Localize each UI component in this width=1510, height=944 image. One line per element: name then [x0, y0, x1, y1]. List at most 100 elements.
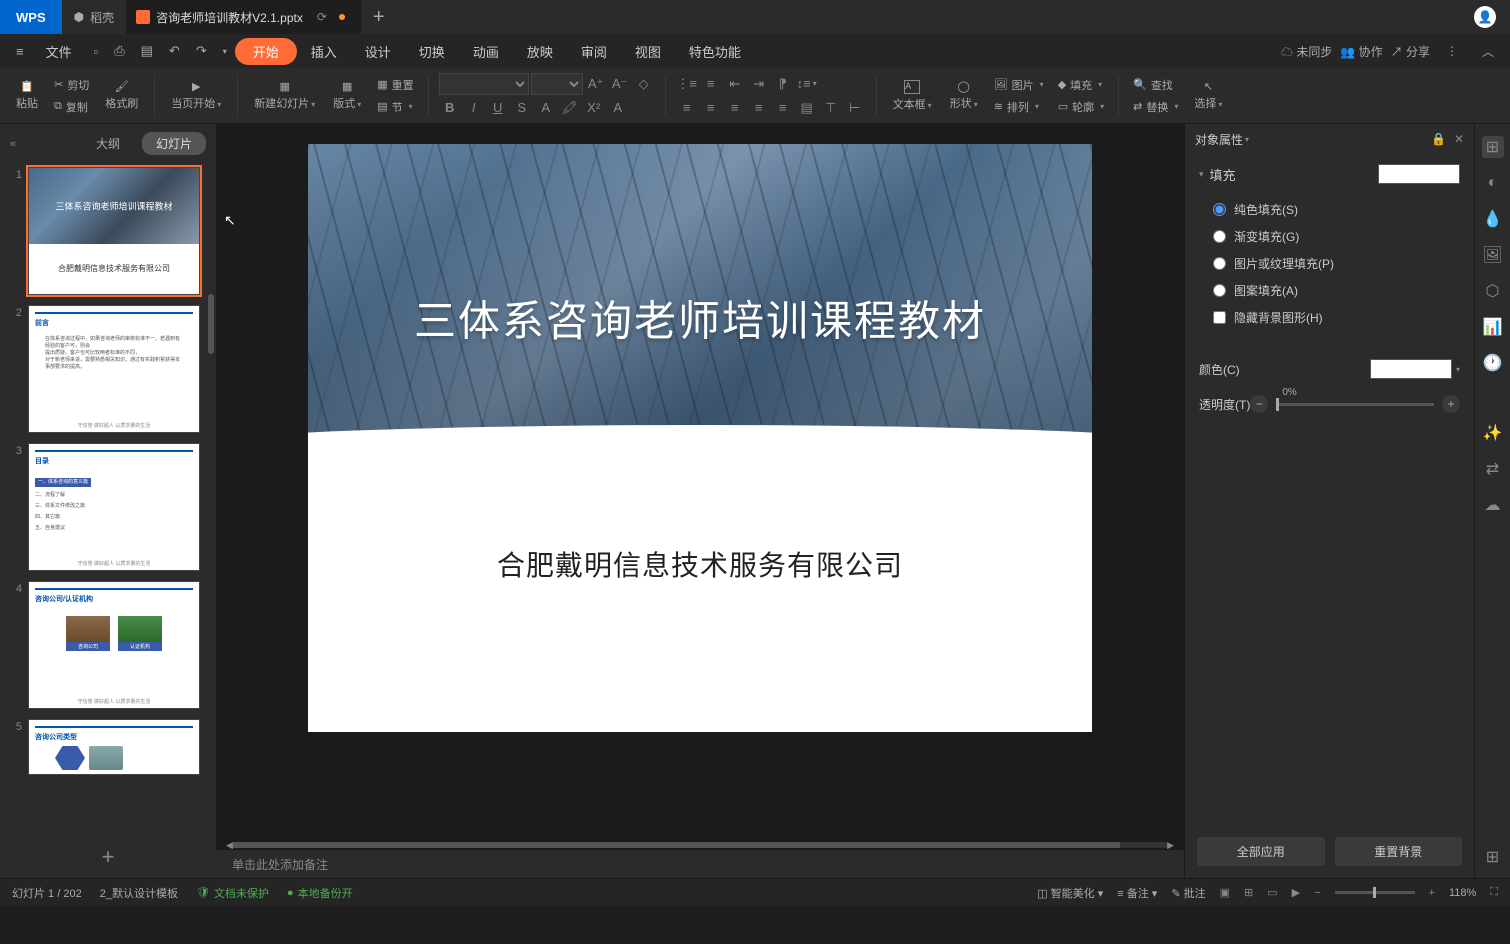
comments-button[interactable]: ✎ 批注 [1171, 885, 1205, 901]
line-spacing-button[interactable]: ↕≡▾ [796, 73, 818, 95]
textbox-button[interactable]: A 文本框▾ [887, 78, 938, 114]
tab-current-file[interactable]: 咨询老师培训教材V2.1.pptx ⟳ [126, 0, 361, 34]
menu-transition[interactable]: 切换 [405, 38, 459, 65]
increase-font-icon[interactable]: A⁺ [585, 73, 607, 95]
drop-strip-icon[interactable]: 💧 [1482, 208, 1504, 230]
zoom-out-button[interactable]: − [1314, 887, 1320, 899]
find-button[interactable]: 🔍查找 [1129, 75, 1182, 95]
menu-start[interactable]: 开始 [235, 38, 297, 65]
thumbnail-3[interactable]: 3 目录 一、体系咨询的意义篇 二、流程了解 三、体系文件修改之篇 四、其它篇 … [8, 443, 208, 571]
new-slide-button[interactable]: ▦ 新建幻灯片▾ [248, 78, 321, 113]
thumbnail-2[interactable]: 2 前言 在体系咨询过程中，如果咨询老师的审核标准不一，若遇到有经验的客户可，则… [8, 305, 208, 433]
paste-button[interactable]: 📋 粘贴 [10, 78, 44, 113]
qat-dropdown-icon[interactable]: ▾ [215, 43, 235, 60]
effects-strip-icon[interactable]: ✨ [1482, 422, 1504, 444]
transparency-slider[interactable]: 0% [1276, 403, 1434, 406]
reading-view-icon[interactable]: ▭ [1267, 886, 1277, 899]
collapse-ribbon-icon[interactable]: ︿ [1474, 39, 1502, 64]
apply-all-button[interactable]: 全部应用 [1197, 837, 1325, 866]
protection-status[interactable]: 🛡 文档未保护 [196, 885, 269, 901]
menu-insert[interactable]: 插入 [297, 38, 351, 65]
arrange-button[interactable]: ≋排列▾ [990, 97, 1048, 117]
zoom-level[interactable]: 118% [1449, 887, 1476, 899]
align-top-button[interactable]: ⊤ [820, 97, 842, 119]
highlight-button[interactable]: 🖍 [559, 97, 581, 119]
clear-format-icon[interactable]: ◇ [633, 73, 655, 95]
menu-view[interactable]: 视图 [621, 38, 675, 65]
decrease-transparency-button[interactable]: − [1250, 395, 1268, 413]
user-avatar[interactable]: 👤 [1474, 6, 1496, 28]
horizontal-scrollbar[interactable]: ◀ ▶ [226, 840, 1174, 850]
align-middle-button[interactable]: ⊢ [844, 97, 866, 119]
sorter-view-icon[interactable]: ⊞ [1244, 886, 1253, 899]
copy-button[interactable]: ⧉复制 [50, 97, 93, 117]
font-color-button[interactable]: A [535, 97, 557, 119]
properties-strip-icon[interactable]: ⊞ [1482, 136, 1504, 158]
decrease-font-icon[interactable]: A⁻ [609, 73, 631, 95]
format-painter-button[interactable]: 🖌 格式刷 [99, 78, 144, 113]
replace-button[interactable]: ⇄替换▾ [1129, 97, 1182, 117]
texture-fill-radio[interactable]: 图片或纹理填充(P) [1199, 250, 1460, 277]
menu-design[interactable]: 设计 [351, 38, 405, 65]
backup-status[interactable]: ● 本地备份开 [287, 885, 353, 901]
exchange-strip-icon[interactable]: ⇄ [1482, 458, 1504, 480]
collapse-section-icon[interactable]: ▾ [1199, 169, 1204, 180]
align-center-button[interactable]: ≡ [700, 97, 722, 119]
char-effect-button[interactable]: A [607, 97, 629, 119]
pattern-fill-radio[interactable]: 图案填充(A) [1199, 277, 1460, 304]
slideshow-view-icon[interactable]: ▶ [1292, 886, 1300, 899]
thumbnail-5[interactable]: 5 咨询公司类型 [8, 719, 208, 775]
menu-features[interactable]: 特色功能 [675, 38, 755, 65]
new-tab-button[interactable]: + [361, 6, 397, 29]
cube-strip-icon[interactable]: ⬡ [1482, 280, 1504, 302]
slides-tab[interactable]: 幻灯片 [142, 132, 206, 155]
notes-area[interactable]: 单击此处添加备注 [216, 850, 1184, 878]
tab-template-store[interactable]: ⬢ 稻壳 [62, 0, 127, 34]
more-icon[interactable]: ⋮ [1438, 40, 1466, 62]
fill-color-swatch[interactable] [1378, 164, 1460, 184]
picture-button[interactable]: 🖼图片▾ [990, 75, 1048, 95]
align-distribute-button[interactable]: ≡ [772, 97, 794, 119]
cut-button[interactable]: ✂剪切 [50, 75, 93, 95]
font-size-select[interactable] [531, 73, 583, 95]
from-current-button[interactable]: ▶ 当页开始▾ [165, 78, 227, 113]
save-icon[interactable]: ▫ [86, 40, 107, 63]
shape-button[interactable]: ◯ 形状▾ [944, 78, 984, 113]
align-left-button[interactable]: ≡ [676, 97, 698, 119]
align-justify-button[interactable]: ≡ [748, 97, 770, 119]
indent-increase-button[interactable]: ⇥ [748, 73, 770, 95]
fit-window-icon[interactable]: ⛶ [1490, 886, 1498, 899]
collapse-panel-icon[interactable]: « [10, 138, 16, 150]
chart-strip-icon[interactable]: 📊 [1482, 316, 1504, 338]
fill-button[interactable]: ◆填充▾ [1054, 75, 1108, 95]
print-preview-icon[interactable]: ▤ [133, 39, 161, 63]
thumbnail-1[interactable]: 1 三体系咨询老师培训课程教材 合肥戴明信息技术服务有限公司 [8, 167, 208, 295]
thumbnail-4[interactable]: 4 咨询公司/认证机构 咨询公司 认证机构 守信誉 做好 [8, 581, 208, 709]
reset-button[interactable]: ▦重置 [373, 75, 417, 95]
layout-button[interactable]: ▦ 版式▾ [327, 78, 367, 113]
close-panel-icon[interactable]: ✕ [1454, 132, 1464, 146]
reset-background-button[interactable]: 重置背景 [1335, 837, 1463, 866]
lock-icon[interactable]: 🔒 [1431, 132, 1446, 146]
strikethrough-button[interactable]: S [511, 97, 533, 119]
redo-icon[interactable]: ↷ [188, 39, 215, 63]
section-button[interactable]: ▤节▾ [373, 97, 417, 117]
history-strip-icon[interactable]: 🕐 [1482, 352, 1504, 374]
tab-refresh-icon[interactable]: ⟳ [317, 10, 327, 24]
thumbnail-scrollbar[interactable] [208, 294, 214, 354]
font-family-select[interactable] [439, 73, 529, 95]
wps-logo[interactable]: WPS [0, 0, 62, 34]
outline-tab[interactable]: 大纲 [82, 132, 134, 155]
outline-button[interactable]: ▭轮廓▾ [1054, 97, 1108, 117]
align-right-button[interactable]: ≡ [724, 97, 746, 119]
italic-button[interactable]: I [463, 97, 485, 119]
smart-beautify-button[interactable]: ◫ 智能美化 ▾ [1037, 885, 1103, 901]
menu-slideshow[interactable]: 放映 [513, 38, 567, 65]
apps-strip-icon[interactable]: ⊞ [1482, 846, 1504, 868]
share-button[interactable]: ↗ 分享 [1391, 43, 1430, 60]
bullets-button[interactable]: ⋮≡ [676, 73, 698, 95]
collab-button[interactable]: 👥 协作 [1340, 43, 1382, 60]
zoom-in-button[interactable]: + [1429, 887, 1435, 899]
normal-view-icon[interactable]: ▣ [1220, 886, 1230, 899]
increase-transparency-button[interactable]: + [1442, 395, 1460, 413]
